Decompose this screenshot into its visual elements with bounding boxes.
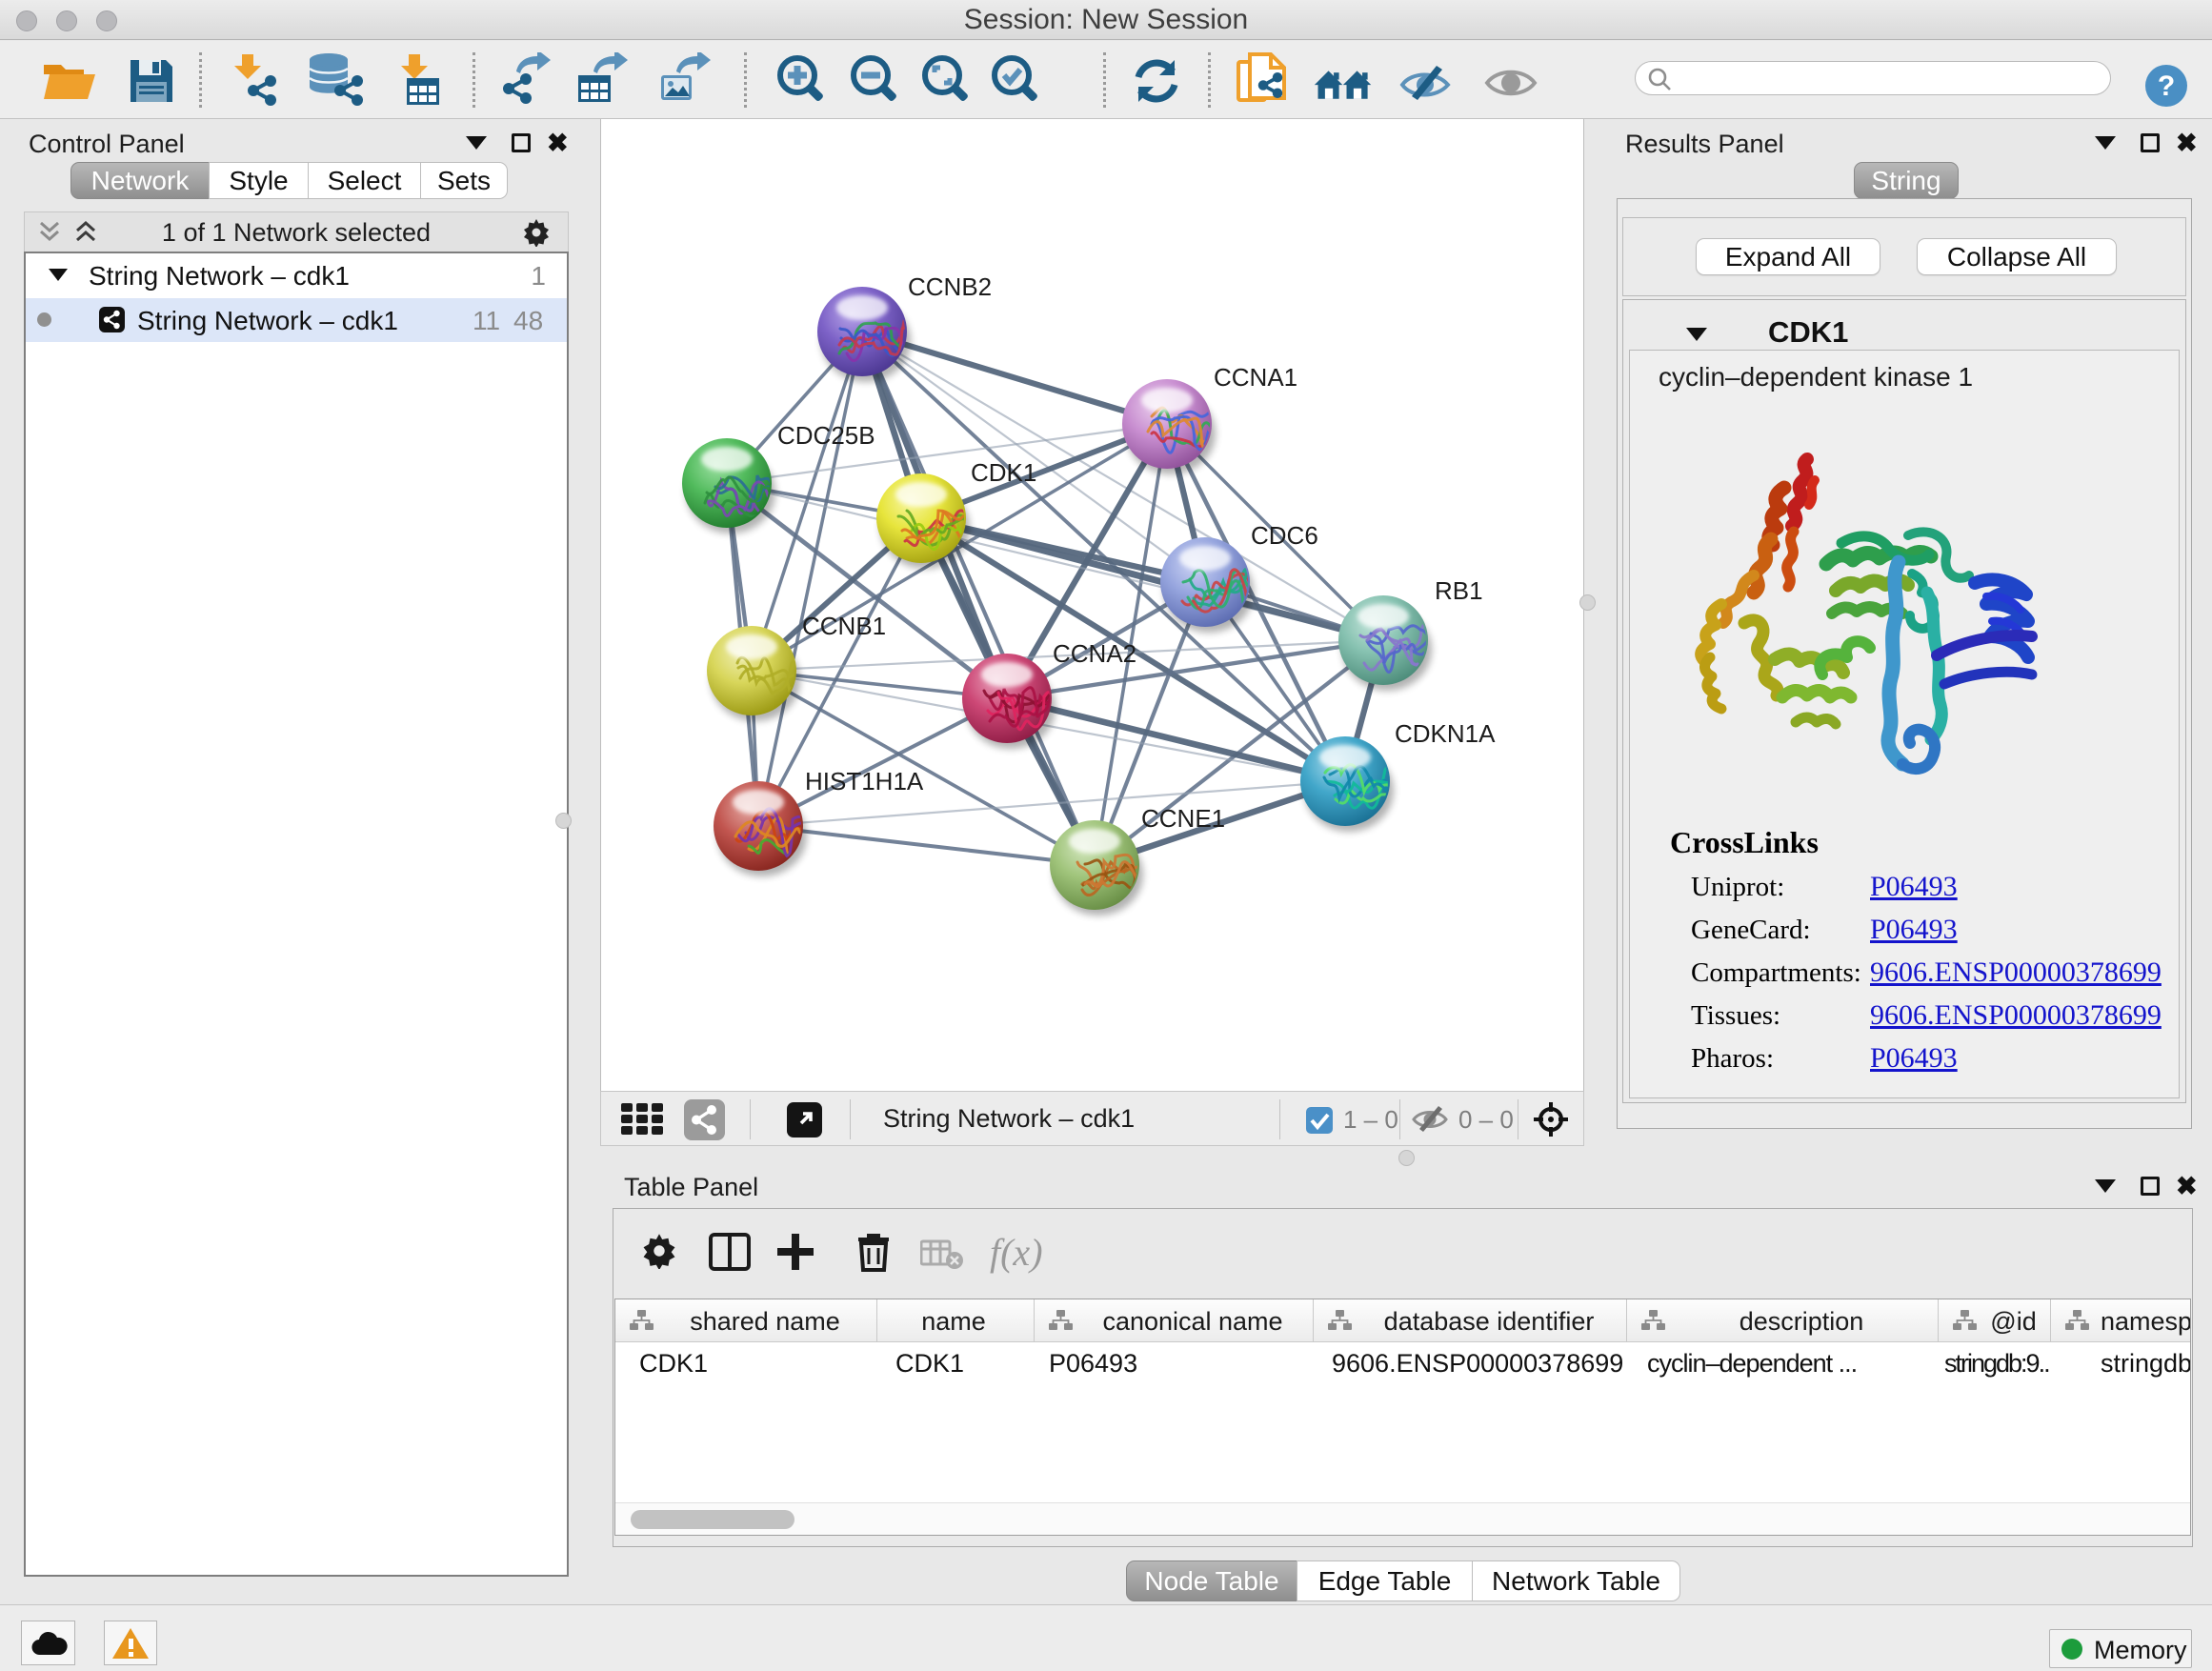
svg-text:CDC25B: CDC25B <box>777 421 875 450</box>
svg-text:CCNA2: CCNA2 <box>1053 639 1136 668</box>
svg-text:RB1: RB1 <box>1435 576 1483 605</box>
svg-text:CDK1: CDK1 <box>971 458 1036 487</box>
svg-text:?: ? <box>2158 70 2175 102</box>
svg-text:CDC6: CDC6 <box>1251 521 1318 550</box>
svg-text:CCNB2: CCNB2 <box>908 272 992 301</box>
svg-text:CDKN1A: CDKN1A <box>1395 719 1496 748</box>
svg-text:CCNE1: CCNE1 <box>1141 804 1225 833</box>
svg-text:CCNA1: CCNA1 <box>1214 363 1297 392</box>
svg-text:HIST1H1A: HIST1H1A <box>805 767 924 795</box>
svg-text:CCNB1: CCNB1 <box>802 612 886 640</box>
